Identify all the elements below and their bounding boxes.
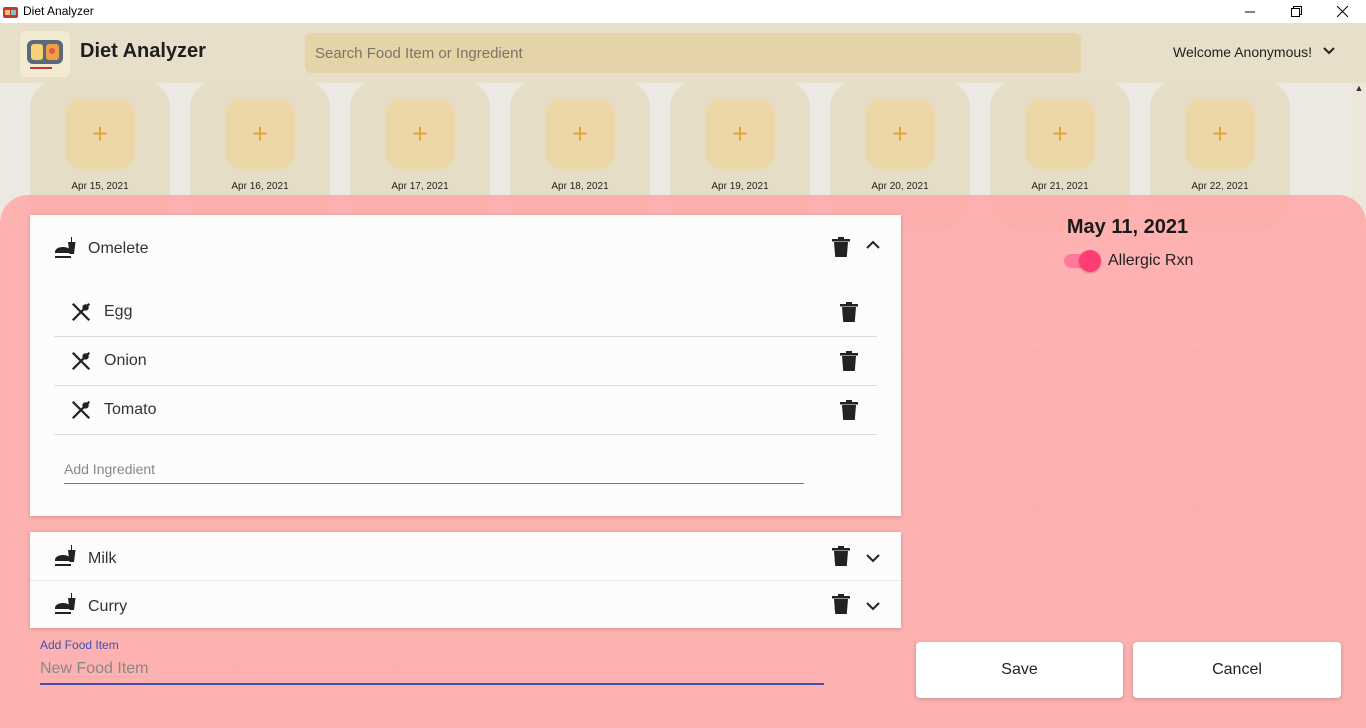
day-label: Apr 21, 2021 <box>1031 181 1089 192</box>
utensils-icon <box>71 351 91 371</box>
chevron-down-icon[interactable] <box>1322 44 1336 58</box>
scroll-up-arrow[interactable]: ▲ <box>1352 83 1366 99</box>
day-label: Apr 18, 2021 <box>551 181 609 192</box>
trash-icon[interactable] <box>840 400 858 420</box>
add-meal-button[interactable]: + <box>865 99 935 169</box>
food-header[interactable]: Omelete <box>30 225 901 273</box>
add-food-label: Add Food Item <box>40 638 119 652</box>
close-icon <box>1336 6 1348 17</box>
ingredient-name: Onion <box>104 352 147 369</box>
chevron-down-icon[interactable] <box>865 550 881 566</box>
food-card-expanded: Omelete Egg Onion Tomato <box>30 215 901 516</box>
add-meal-button[interactable]: + <box>545 99 615 169</box>
trash-icon[interactable] <box>840 351 858 371</box>
user-menu[interactable]: Welcome Anonymous! <box>1173 44 1312 60</box>
day-label: Apr 15, 2021 <box>71 181 129 192</box>
day-label: Apr 20, 2021 <box>871 181 929 192</box>
food-header[interactable]: Curry <box>30 580 901 628</box>
close-window-button[interactable] <box>1319 0 1365 23</box>
app-icon <box>3 7 18 18</box>
lunchbox-icon <box>27 40 63 69</box>
day-label: Apr 22, 2021 <box>1191 181 1249 192</box>
day-label: Apr 17, 2021 <box>391 181 449 192</box>
chevron-up-icon[interactable] <box>865 237 881 253</box>
trash-icon[interactable] <box>840 302 858 322</box>
utensils-icon <box>71 400 91 420</box>
ingredient-row: Onion <box>54 337 877 386</box>
meal-icon <box>55 593 76 614</box>
meal-icon <box>55 545 76 566</box>
ingredient-name: Tomato <box>104 401 157 418</box>
add-meal-button[interactable]: + <box>65 99 135 169</box>
save-button[interactable]: Save <box>916 642 1123 698</box>
add-meal-button[interactable]: + <box>385 99 455 169</box>
food-name: Curry <box>88 598 128 615</box>
add-meal-button[interactable]: + <box>1185 99 1255 169</box>
trash-icon[interactable] <box>832 237 850 257</box>
trash-icon[interactable] <box>832 546 850 566</box>
meal-icon <box>55 237 76 258</box>
window-title: Diet Analyzer <box>23 4 94 18</box>
ingredient-row: Egg <box>54 288 877 337</box>
food-header[interactable]: Milk <box>30 532 901 581</box>
cancel-button[interactable]: Cancel <box>1133 642 1341 698</box>
minimize-button[interactable] <box>1227 0 1273 23</box>
app-brand: Diet Analyzer <box>80 40 206 62</box>
app-logo <box>20 31 70 77</box>
new-food-input[interactable] <box>40 655 824 685</box>
minimize-icon <box>1245 11 1255 12</box>
allergic-label: Allergic Rxn <box>1108 252 1194 269</box>
utensils-icon <box>71 302 91 322</box>
restore-icon <box>1290 6 1302 17</box>
add-meal-button[interactable]: + <box>705 99 775 169</box>
ingredient-row: Tomato <box>54 386 877 435</box>
ingredient-name: Egg <box>104 303 133 320</box>
day-label: Apr 19, 2021 <box>711 181 769 192</box>
search-input[interactable] <box>305 33 1081 73</box>
add-ingredient-input[interactable] <box>64 455 804 484</box>
chevron-down-icon[interactable] <box>865 598 881 614</box>
restore-button[interactable] <box>1273 0 1319 23</box>
food-name: Omelete <box>88 240 149 257</box>
add-meal-button[interactable]: + <box>225 99 295 169</box>
day-label: Apr 16, 2021 <box>231 181 289 192</box>
food-name: Milk <box>88 550 117 567</box>
collapsed-food-list: Milk Curry <box>30 532 901 628</box>
window-title-bar <box>0 0 1366 23</box>
trash-icon[interactable] <box>832 594 850 614</box>
allergic-toggle-knob[interactable] <box>1079 250 1101 272</box>
selected-date: May 11, 2021 <box>1066 216 1189 238</box>
add-meal-button[interactable]: + <box>1025 99 1095 169</box>
